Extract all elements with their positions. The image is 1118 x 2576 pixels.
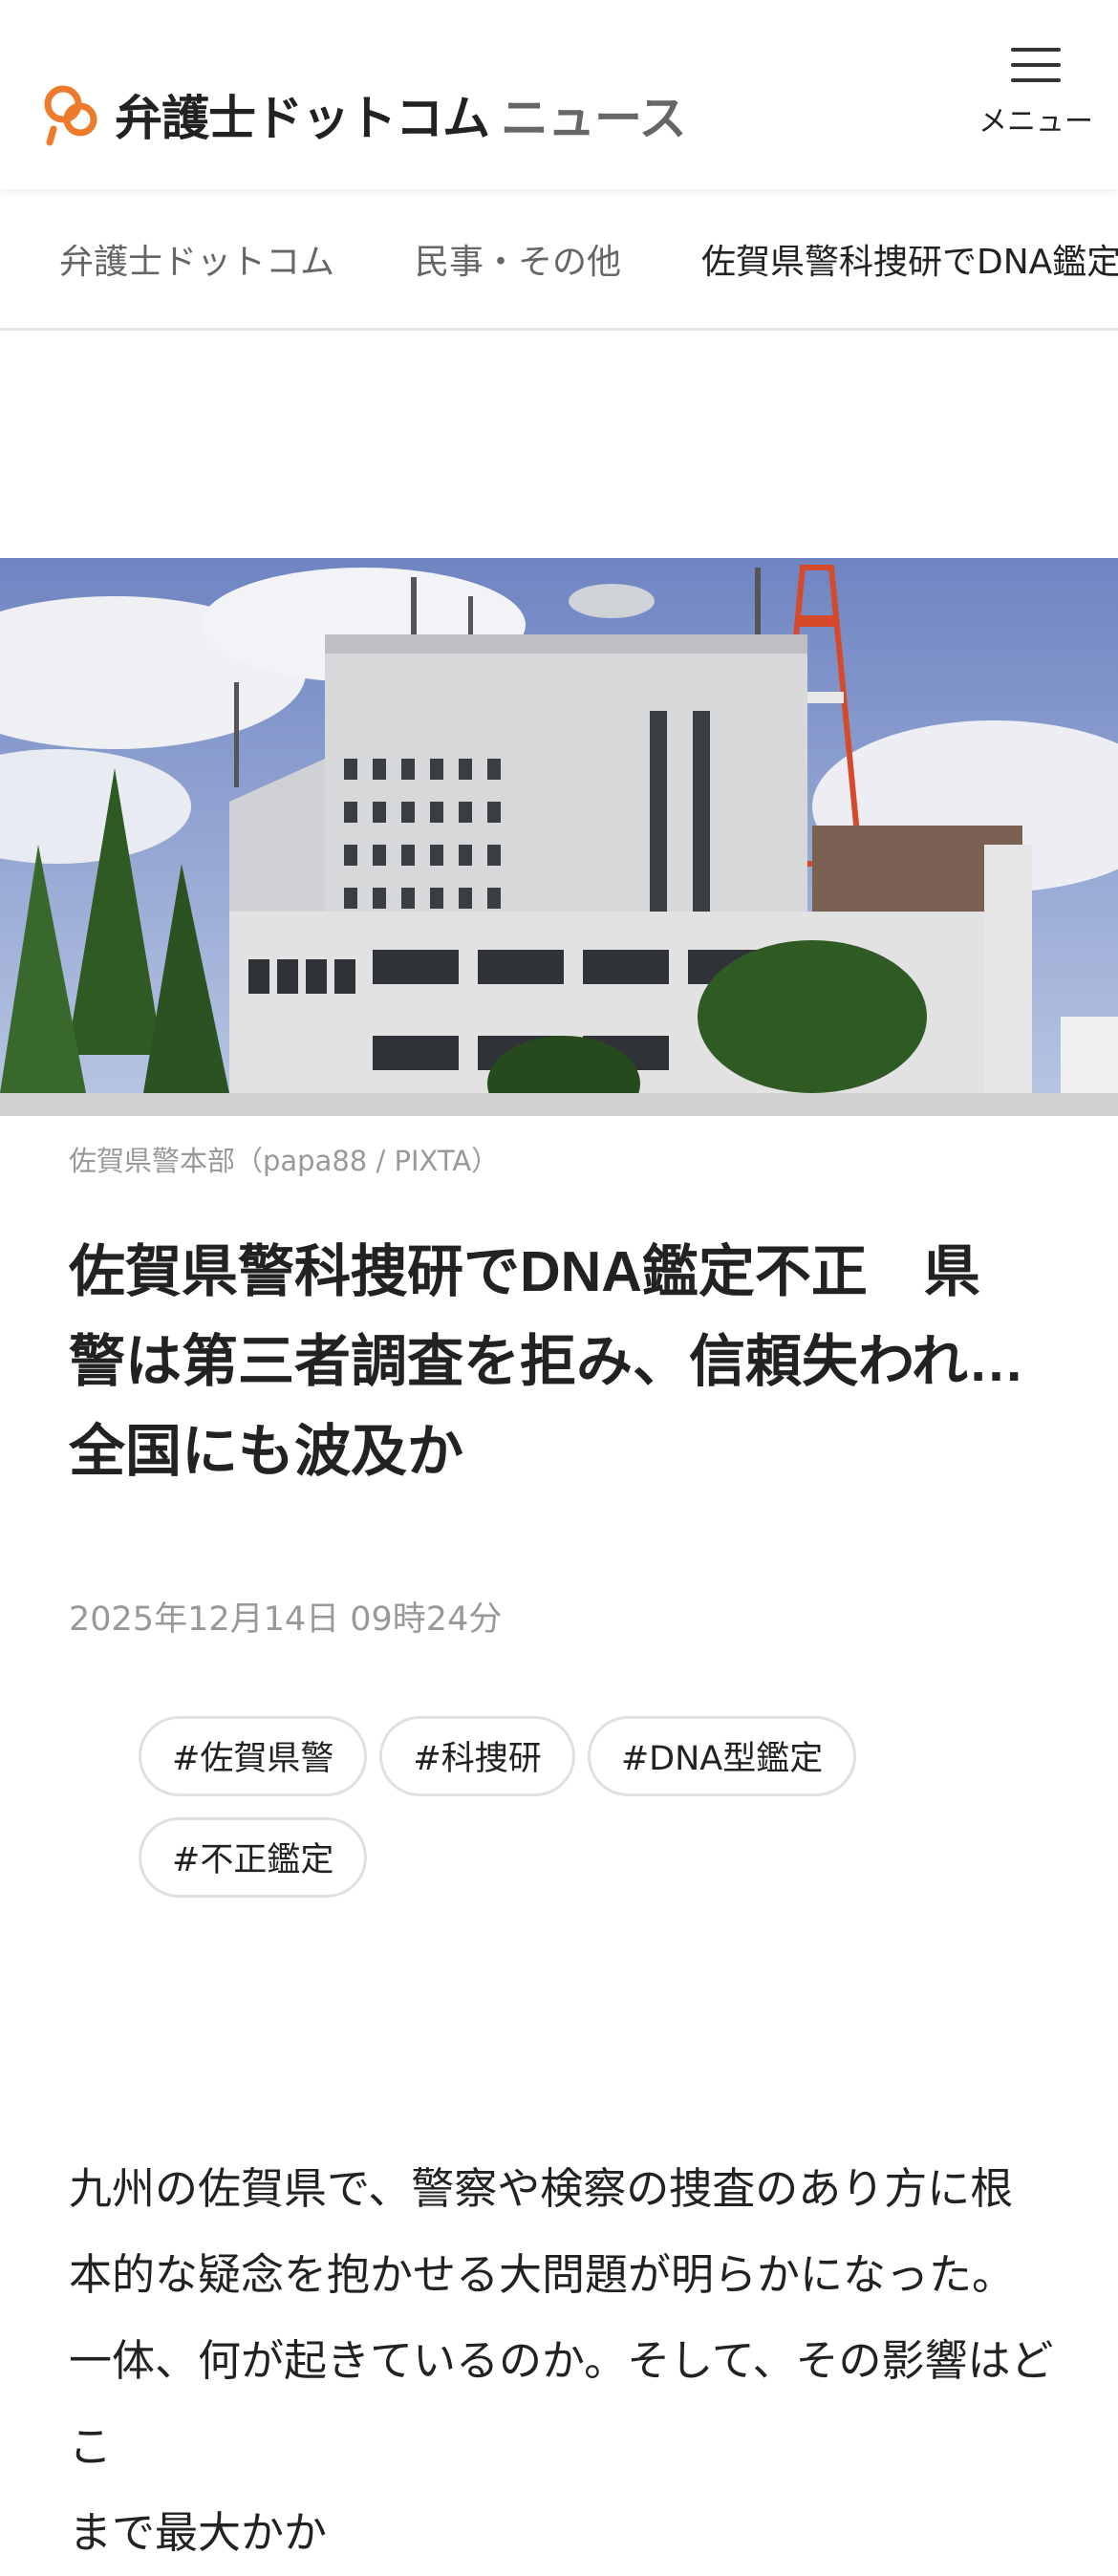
logo-mark-icon <box>44 85 97 146</box>
site-logo[interactable]: 弁護士ドットコム ニュース <box>42 80 686 149</box>
breadcrumb: 弁護士ドットコム 民事・その他 佐賀県警科捜研でDNA鑑定不正 県警は第三者調査… <box>0 189 1118 331</box>
article-title: 佐賀県警科捜研でDNA鑑定不正 県 警は第三者調査を拒み、信頼失われ… 全国にも… <box>69 1227 1053 1496</box>
image-caption: 佐賀県警本部（papa88 / PIXTA） <box>69 1145 500 1177</box>
logo-text-main: 弁護士ドットコム <box>115 91 490 146</box>
site-header: 弁護士ドットコム ニュース メニュー <box>0 0 1118 189</box>
tag-list: #佐賀県警 #科捜研 #DNA型鑑定 #不正鑑定 <box>139 1716 999 1919</box>
tag-chip[interactable]: #佐賀県警 <box>139 1716 368 1796</box>
body-line: まで最大かか <box>69 2507 328 2558</box>
tag-chip[interactable]: #DNA型鑑定 <box>587 1716 857 1796</box>
hero-image <box>0 558 1118 1116</box>
tag-chip[interactable]: #科捜研 <box>379 1716 575 1796</box>
body-line: 一体、何が起きているのか。そして、その影響はどこ <box>69 2335 1054 2472</box>
publish-date: 2025年12月14日 09時24分 <box>69 1600 503 1639</box>
menu-button[interactable]: メニュー <box>978 46 1093 140</box>
article-body: 九州の佐賀県で、警察や検察の捜査のあり方に根 本的な疑念を抱かせる大問題が明らか… <box>69 2146 1063 2576</box>
tag-chip[interactable]: #不正鑑定 <box>139 1817 368 1898</box>
title-line: 佐賀県警科捜研でDNA鑑定不正 県 <box>69 1240 980 1303</box>
breadcrumb-item-category[interactable]: 民事・その他 <box>415 234 621 284</box>
title-line: 警は第三者調査を拒み、信頼失われ… <box>69 1330 1025 1393</box>
body-line: 九州の佐賀県で、警察や検察の捜査のあり方に根 <box>69 2163 1014 2214</box>
hamburger-icon <box>1011 46 1061 84</box>
body-line: 本的な疑念を抱かせる大問題が明らかになった。 <box>69 2249 1016 2300</box>
title-line: 全国にも波及か <box>69 1420 464 1483</box>
breadcrumb-item-home[interactable]: 弁護士ドットコム <box>59 234 334 284</box>
police-headquarters-photo <box>0 558 1118 1116</box>
logo-text-sub: ニュース <box>501 91 686 146</box>
breadcrumb-current: 佐賀県警科捜研でDNA鑑定不正 県警は第三者調査を拒み、信頼失われ…全国にも波及… <box>701 242 1118 282</box>
menu-label: メニュー <box>978 105 1093 139</box>
